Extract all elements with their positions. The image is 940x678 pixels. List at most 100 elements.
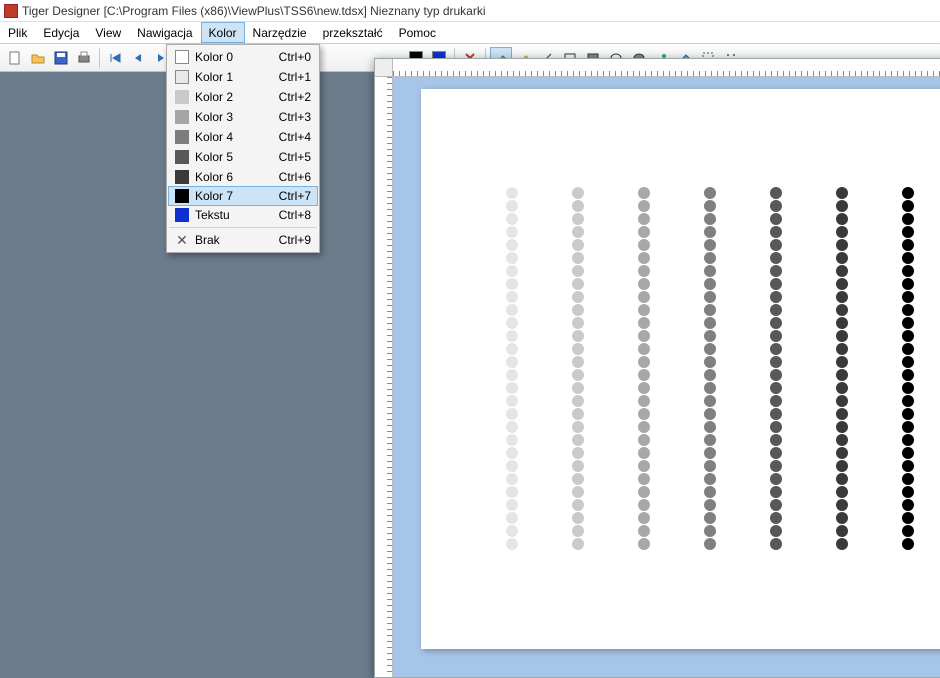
menu-item-kolor-7[interactable]: Kolor 7Ctrl+7: [168, 186, 318, 206]
dot: [506, 330, 518, 342]
dot: [572, 382, 584, 394]
dot: [704, 252, 716, 264]
document-window: [374, 58, 940, 678]
dot: [506, 252, 518, 264]
dot: [506, 304, 518, 316]
dot: [836, 265, 848, 277]
dot: [704, 304, 716, 316]
swatch-cell: [169, 50, 195, 64]
menu-item-kolor-0[interactable]: Kolor 0Ctrl+0: [169, 47, 317, 67]
menu-item-brak[interactable]: ✕BrakCtrl+9: [169, 230, 317, 250]
menu-item-tekstu[interactable]: TekstuCtrl+8: [169, 205, 317, 225]
canvas-scroll[interactable]: [393, 77, 940, 677]
menu-kolor[interactable]: Kolor: [201, 22, 245, 43]
dot: [770, 356, 782, 368]
dot: [836, 395, 848, 407]
color-swatch-icon: [175, 50, 189, 64]
dot: [638, 330, 650, 342]
menu-narzędzie[interactable]: Narzędzie: [245, 22, 315, 43]
menu-item-kolor-3[interactable]: Kolor 3Ctrl+3: [169, 107, 317, 127]
dot: [902, 434, 914, 446]
menu-edycja[interactable]: Edycja: [35, 22, 87, 43]
color-swatch-icon: [175, 189, 189, 203]
color-swatch-icon: [175, 170, 189, 184]
dot: [770, 252, 782, 264]
color-swatch-icon: [175, 90, 189, 104]
menu-item-label: Tekstu: [195, 208, 273, 222]
first-button[interactable]: [104, 47, 126, 69]
color-swatch-icon: [175, 130, 189, 144]
dot: [506, 460, 518, 472]
menu-pomoc[interactable]: Pomoc: [391, 22, 444, 43]
menu-przekształć[interactable]: przekształć: [315, 22, 391, 43]
dot: [638, 239, 650, 251]
save-button[interactable]: [50, 47, 72, 69]
dot: [638, 226, 650, 238]
dot: [770, 213, 782, 225]
dot: [638, 382, 650, 394]
dot: [572, 187, 584, 199]
dot: [902, 304, 914, 316]
menu-item-kolor-5[interactable]: Kolor 5Ctrl+5: [169, 147, 317, 167]
dot: [572, 538, 584, 550]
dot: [902, 265, 914, 277]
menu-plik[interactable]: Plik: [0, 22, 35, 43]
menu-view[interactable]: View: [87, 22, 129, 43]
dot: [506, 291, 518, 303]
dot: [902, 408, 914, 420]
menu-item-label: Kolor 7: [195, 189, 273, 203]
dot: [902, 447, 914, 459]
dot: [704, 213, 716, 225]
prev-button[interactable]: [127, 47, 149, 69]
menu-item-kolor-6[interactable]: Kolor 6Ctrl+6: [169, 167, 317, 187]
menu-item-kolor-2[interactable]: Kolor 2Ctrl+2: [169, 87, 317, 107]
dot-column: [704, 187, 716, 550]
paper[interactable]: [421, 89, 940, 649]
print-button[interactable]: [73, 47, 95, 69]
dot: [704, 421, 716, 433]
dot: [836, 512, 848, 524]
dot-column: [902, 187, 914, 550]
dot: [770, 187, 782, 199]
dot: [770, 460, 782, 472]
dot: [506, 447, 518, 459]
dot: [572, 525, 584, 537]
dot: [638, 434, 650, 446]
dot: [638, 460, 650, 472]
dot: [770, 408, 782, 420]
dot: [704, 447, 716, 459]
menu-item-kolor-1[interactable]: Kolor 1Ctrl+1: [169, 67, 317, 87]
swatch-cell: [169, 150, 195, 164]
dot: [704, 343, 716, 355]
menu-item-shortcut: Ctrl+7: [273, 189, 317, 203]
dot: [902, 473, 914, 485]
menu-item-label: Brak: [195, 233, 273, 247]
dot: [572, 486, 584, 498]
dot: [902, 252, 914, 264]
dot: [902, 187, 914, 199]
dot: [638, 278, 650, 290]
open-button[interactable]: [27, 47, 49, 69]
new-button[interactable]: [4, 47, 26, 69]
dot: [506, 213, 518, 225]
menu-item-shortcut: Ctrl+8: [273, 208, 317, 222]
dot: [836, 421, 848, 433]
dot: [572, 512, 584, 524]
dot: [572, 317, 584, 329]
dot: [770, 395, 782, 407]
dot: [770, 304, 782, 316]
menu-item-kolor-4[interactable]: Kolor 4Ctrl+4: [169, 127, 317, 147]
dot: [572, 239, 584, 251]
menu-nawigacja[interactable]: Nawigacja: [129, 22, 200, 43]
dot: [506, 434, 518, 446]
color-swatch-icon: [175, 150, 189, 164]
dot: [572, 395, 584, 407]
menu-item-label: Kolor 3: [195, 110, 273, 124]
dot: [770, 200, 782, 212]
dot: [836, 278, 848, 290]
swatch-cell: [169, 70, 195, 84]
dot: [704, 239, 716, 251]
dot: [902, 226, 914, 238]
dot: [572, 356, 584, 368]
dot: [506, 408, 518, 420]
